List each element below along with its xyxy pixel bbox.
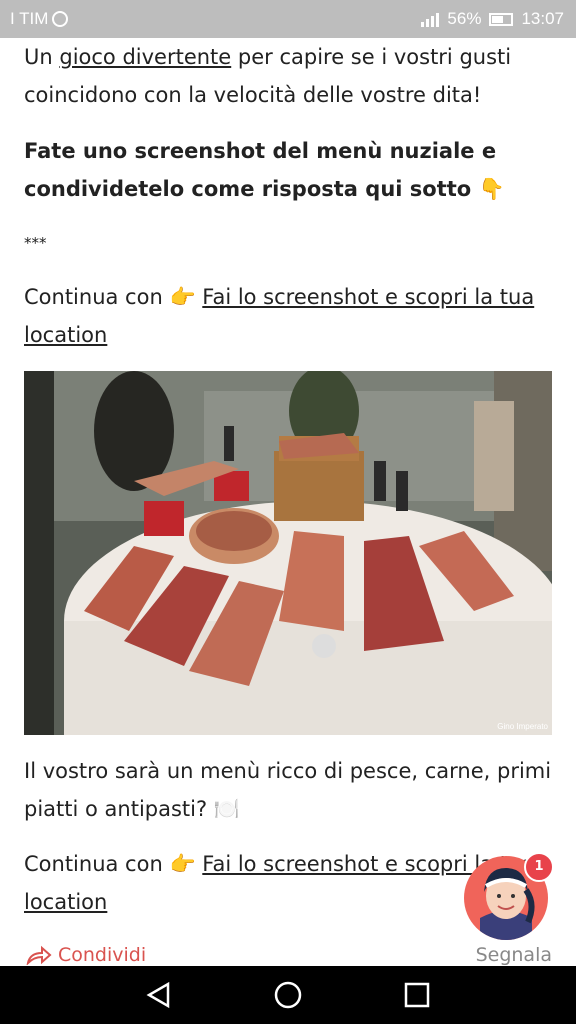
carrier-label: I TIM: [10, 9, 49, 28]
whatsapp-icon: [52, 11, 69, 27]
intro-prefix: Un: [24, 45, 60, 69]
post-actions-bar: Condividi Segnala: [0, 936, 576, 966]
instruction-text: Fate uno screenshot del menù nuziale e c…: [24, 139, 497, 201]
photo-credit: Gino Imperato: [497, 722, 548, 731]
plate-icon: 🍽️: [213, 797, 240, 821]
instruction-paragraph: Fate uno screenshot del menù nuziale e c…: [24, 132, 554, 208]
status-left: I TIM: [10, 9, 69, 29]
share-button[interactable]: Condividi: [26, 944, 146, 966]
point-down-icon: 👇: [478, 177, 505, 201]
menu-question-paragraph: Il vostro sarà un menù ricco di pesce, c…: [24, 752, 554, 828]
intro-paragraph: Un gioco divertente per capire se i vost…: [24, 38, 554, 114]
separator: ***: [24, 234, 47, 252]
clock: 13:07: [521, 9, 564, 28]
game-link[interactable]: gioco divertente: [59, 45, 231, 69]
status-bar: I TIM 56% 13:07: [0, 0, 576, 38]
buffet-photo[interactable]: Gino Imperato: [24, 371, 552, 735]
back-triangle-icon[interactable]: [144, 980, 174, 1010]
continue-label: Continua con: [24, 285, 163, 309]
buffet-illustration: [24, 371, 552, 735]
signal-icon: [421, 11, 440, 27]
system-nav-bar: [0, 966, 576, 1024]
share-icon: [26, 945, 52, 965]
continue-label-2: Continua con: [24, 852, 163, 876]
menu-question-text: Il vostro sarà un menù ricco di pesce, c…: [24, 759, 552, 821]
status-right: 56% 13:07: [421, 9, 564, 29]
share-label: Condividi: [58, 944, 147, 966]
point-right-icon-2: 👉: [169, 852, 196, 876]
battery-percent: 56%: [447, 9, 482, 28]
home-circle-icon[interactable]: [273, 980, 303, 1010]
point-right-icon: 👉: [169, 285, 196, 309]
continue-paragraph: Continua con 👉 Fai lo screenshot e scopr…: [24, 278, 554, 354]
recents-square-icon[interactable]: [402, 980, 432, 1010]
notification-badge: 1: [524, 852, 554, 882]
battery-icon: [489, 12, 514, 26]
report-button[interactable]: Segnala: [476, 944, 552, 966]
